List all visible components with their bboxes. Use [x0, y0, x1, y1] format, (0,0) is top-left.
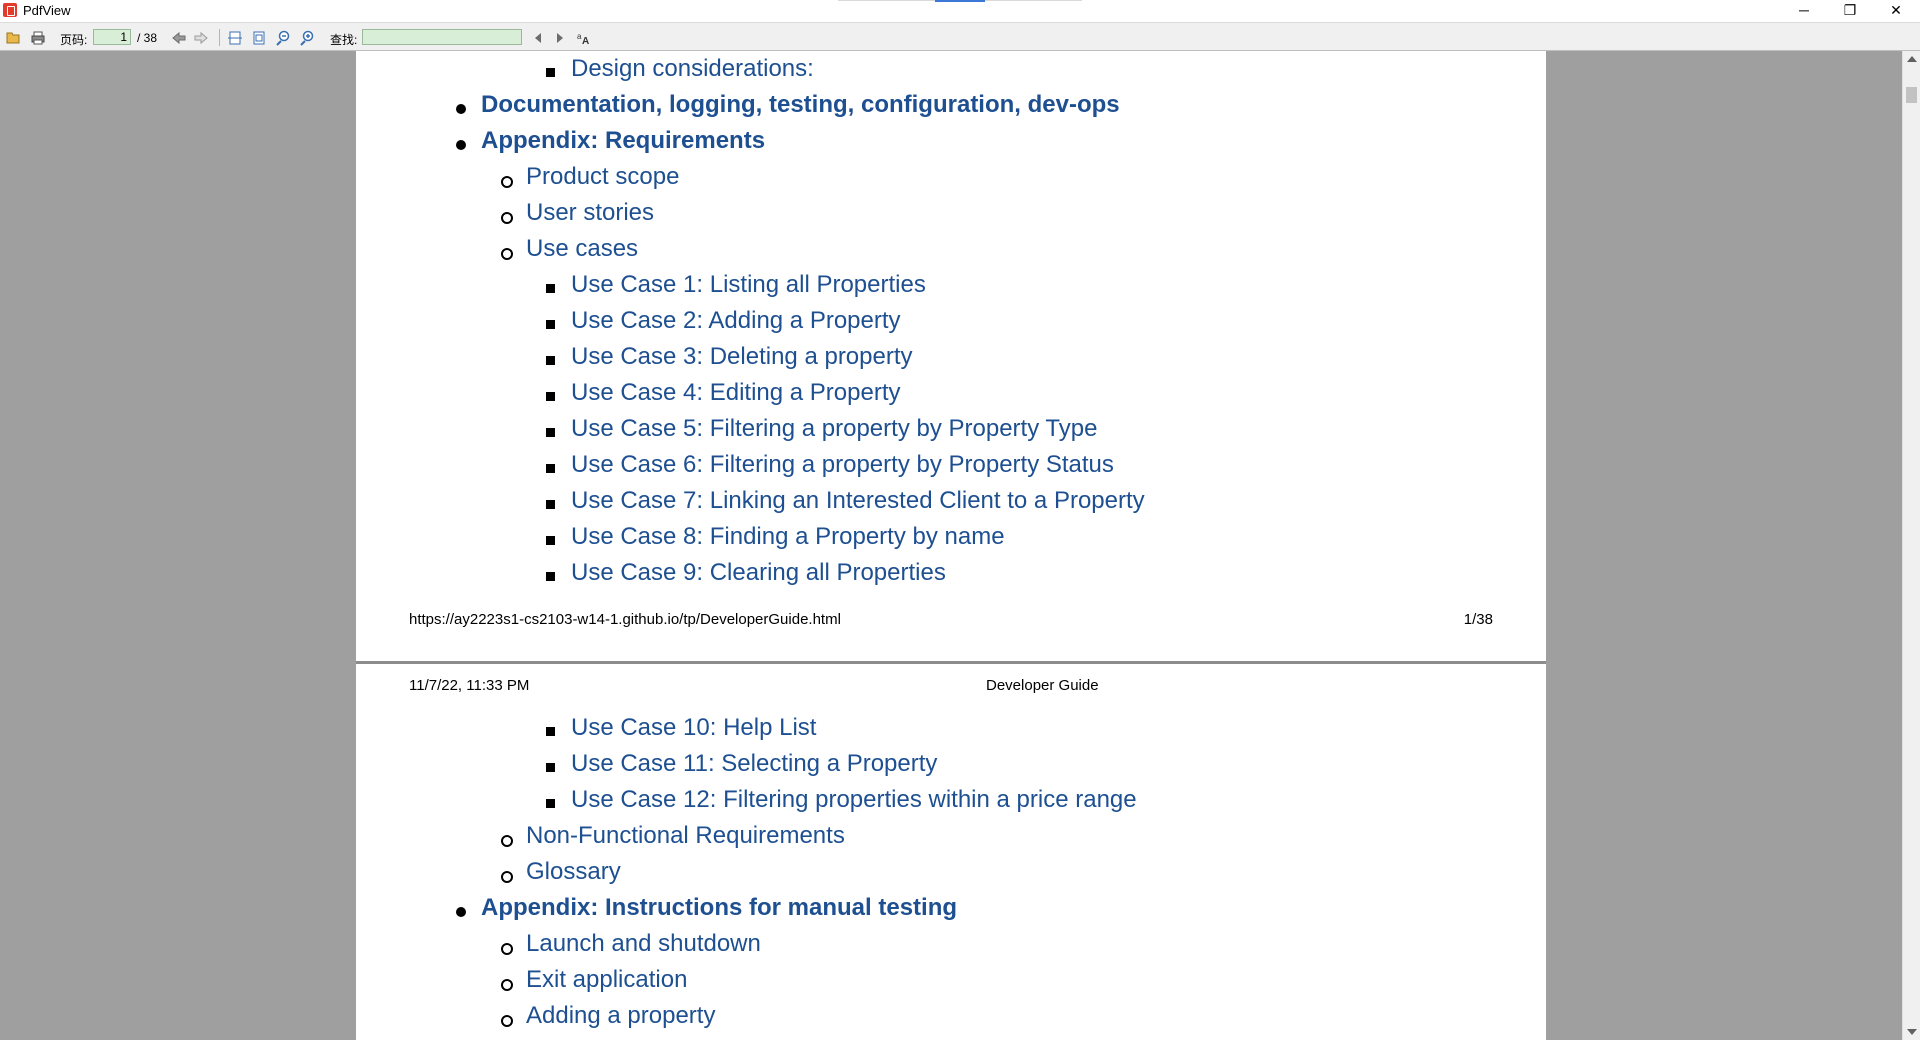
page-footer-url: https://ay2223s1-cs2103-w14-1.github.io/…	[409, 611, 841, 628]
bullet-icon	[546, 68, 555, 77]
find-next-icon[interactable]	[552, 30, 568, 46]
bullet-icon	[546, 392, 555, 401]
toc-subsection-link[interactable]: Non-Functional Requirements	[526, 822, 845, 850]
page-header-title: Developer Guide	[986, 677, 1099, 694]
toc-entry-link[interactable]: Use Case 2: Adding a Property	[571, 307, 901, 335]
bullet-icon	[546, 536, 555, 545]
bullet-icon	[546, 572, 555, 581]
document-viewport[interactable]: https://ay2223s1-cs2103-w14-1.github.io/…	[0, 51, 1902, 1040]
page-label: 页码:	[60, 33, 88, 47]
toc-subsection-link[interactable]: Adding a property	[526, 1002, 715, 1030]
next-page-icon[interactable]	[193, 30, 209, 46]
vertical-scrollbar[interactable]	[1902, 51, 1920, 1040]
bullet-icon	[456, 907, 466, 917]
bullet-icon	[546, 763, 555, 772]
toc-entry-link[interactable]: Use Case 4: Editing a Property	[571, 379, 901, 407]
scroll-thumb[interactable]	[1906, 87, 1917, 103]
prev-page-icon[interactable]	[171, 30, 187, 46]
toc-entry-link[interactable]: Use Case 6: Filtering a property by Prop…	[571, 451, 1114, 479]
bullet-icon	[546, 727, 555, 736]
toc-entry-link[interactable]: Use Case 12: Filtering properties within…	[571, 786, 1137, 814]
toc-entry-link[interactable]: Design considerations:	[571, 55, 814, 83]
find-prev-icon[interactable]	[530, 30, 546, 46]
bullet-icon	[501, 835, 513, 847]
toc-subsection-link[interactable]: Product scope	[526, 163, 679, 191]
toc-entry-link[interactable]: Use Case 1: Listing all Properties	[571, 271, 926, 299]
page-number-input[interactable]	[93, 29, 131, 45]
toc-subsection-link[interactable]: Exit application	[526, 966, 687, 994]
toc-entry-link[interactable]: Use Case 5: Filtering a property by Prop…	[571, 415, 1097, 443]
title-accent	[935, 0, 985, 2]
page-footer-number: 1/38	[1463, 611, 1493, 628]
close-button[interactable]: ✕	[1873, 0, 1919, 22]
window-title: PdfView	[23, 3, 71, 18]
toc-subsection-link[interactable]: Use cases	[526, 235, 638, 263]
toc-subsection-link[interactable]: User stories	[526, 199, 654, 227]
toc-section-link[interactable]: Appendix: Requirements	[481, 127, 765, 155]
toc-entry-link[interactable]: Use Case 11: Selecting a Property	[571, 750, 937, 778]
title-bar: PdfView ─ ❐ ✕	[0, 0, 1920, 22]
page-header-date: 11/7/22, 11:33 PM	[409, 677, 530, 694]
bullet-icon	[501, 212, 513, 224]
toc-subsection-link[interactable]: Glossary	[526, 858, 621, 886]
bullet-icon	[546, 284, 555, 293]
bullet-icon	[501, 176, 513, 188]
zoom-in-icon[interactable]	[299, 30, 315, 46]
toolbar-separator	[219, 29, 220, 46]
bullet-icon	[546, 356, 555, 365]
minimize-button[interactable]: ─	[1781, 0, 1827, 22]
svg-text:A: A	[582, 36, 589, 46]
toc-section-link[interactable]: Appendix: Instructions for manual testin…	[481, 894, 957, 922]
fit-width-icon[interactable]	[227, 30, 243, 46]
bullet-icon	[501, 248, 513, 260]
zoom-out-icon[interactable]	[275, 30, 291, 46]
toc-entry-link[interactable]: Use Case 3: Deleting a property	[571, 343, 913, 371]
toc-entry-link[interactable]: Use Case 9: Clearing all Properties	[571, 559, 946, 587]
toc-subsection-link[interactable]: Launch and shutdown	[526, 930, 761, 958]
open-file-icon[interactable]	[5, 30, 21, 46]
toc-entry-link[interactable]: Use Case 7: Linking an Interested Client…	[571, 487, 1145, 515]
bullet-icon	[501, 979, 513, 991]
search-input[interactable]	[362, 29, 522, 45]
toc-entry-link[interactable]: Use Case 10: Help List	[571, 714, 816, 742]
search-label: 查找:	[330, 33, 358, 47]
bullet-icon	[456, 104, 466, 114]
fit-page-icon[interactable]	[251, 30, 267, 46]
bullet-icon	[501, 943, 513, 955]
scroll-down-icon[interactable]	[1907, 1029, 1917, 1035]
bullet-icon	[546, 799, 555, 808]
pdf-page-2: 11/7/22, 11:33 PM Developer Guide Use Ca…	[356, 664, 1546, 1040]
bullet-icon	[501, 1015, 513, 1027]
scroll-up-icon[interactable]	[1907, 56, 1917, 62]
bullet-icon	[546, 500, 555, 509]
bullet-icon	[546, 320, 555, 329]
pdf-page-1: https://ay2223s1-cs2103-w14-1.github.io/…	[356, 51, 1546, 661]
match-case-icon[interactable]: a A	[576, 30, 592, 46]
toc-entry-link[interactable]: Use Case 8: Finding a Property by name	[571, 523, 1005, 551]
bullet-icon	[501, 871, 513, 883]
bullet-icon	[546, 464, 555, 473]
page-total: / 38	[137, 31, 158, 45]
bullet-icon	[546, 428, 555, 437]
pdf-app-icon	[3, 3, 17, 17]
toolbar: 页码: / 38 查找: a A	[0, 22, 1920, 51]
restore-button[interactable]: ❐	[1827, 0, 1873, 22]
bullet-icon	[456, 140, 466, 150]
toc-section-link[interactable]: Documentation, logging, testing, configu…	[481, 91, 1120, 119]
print-icon[interactable]	[30, 30, 46, 46]
